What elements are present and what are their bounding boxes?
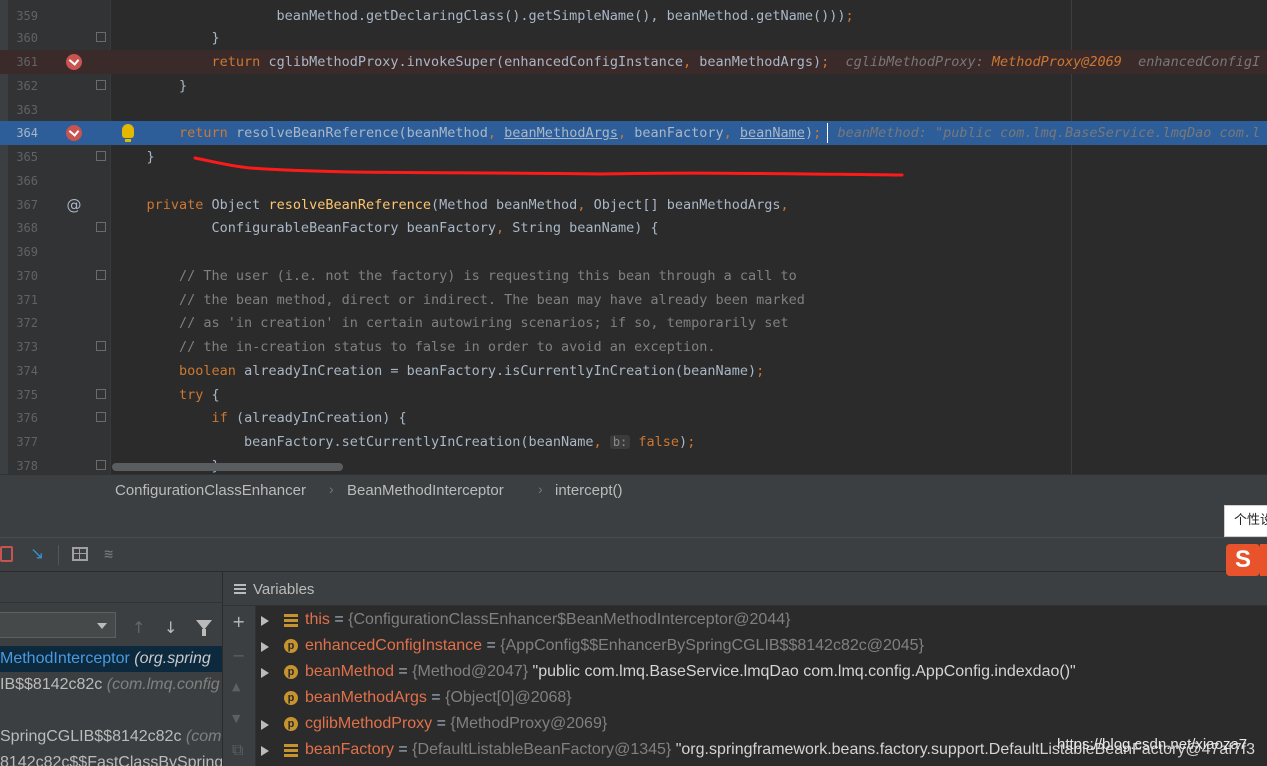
- expand-arrow-icon[interactable]: [261, 668, 269, 678]
- frames-panel: ↑ ↓ MethodInterceptor (org.spring IB$$814…: [0, 572, 223, 766]
- equals-sign: =: [329, 611, 349, 628]
- frame-down-icon[interactable]: ↓: [164, 618, 177, 637]
- equals-sign: =: [426, 689, 446, 706]
- variable-name: this: [305, 611, 330, 628]
- stack-frame[interactable]: SpringCGLIB$$8142c82c (com.: [0, 724, 222, 750]
- stack-frame[interactable]: MethodInterceptor (org.spring: [0, 646, 222, 672]
- variable-text: enhancedConfigInstance = {AppConfig$$Enh…: [305, 633, 924, 659]
- frames-header: [0, 572, 222, 603]
- frame-method: SpringCGLIB$$8142c82c: [0, 728, 186, 745]
- breadcrumb-separator: ›: [538, 481, 543, 497]
- breadcrumb-item-method[interactable]: intercept(): [555, 482, 623, 499]
- variable-row-beanMethodArgs[interactable]: p beanMethodArgs = {Object[0]@2068}: [255, 685, 1267, 711]
- variable-text: beanMethodArgs = {Object[0]@2068}: [305, 685, 572, 711]
- variable-row-this[interactable]: this = {ConfigurationClassEnhancer$BeanM…: [255, 607, 1267, 633]
- red-annotation-underline: [193, 156, 904, 177]
- watermark: https://blog.csdn.net/xiaoza7: [1057, 736, 1248, 753]
- toolbar-separator: [58, 545, 59, 565]
- breadcrumb: ConfigurationClassEnhancer › BeanMethodI…: [0, 474, 1267, 507]
- frame-up-icon[interactable]: ↑: [132, 618, 145, 637]
- variable-string-value: "public com.lmq.BaseService.lmqDao com.l…: [532, 663, 1076, 680]
- variables-icon: [234, 584, 246, 594]
- rerun-icon[interactable]: [0, 546, 13, 562]
- variable-reference: {Method@2047}: [412, 663, 533, 680]
- sogou-ime-logo-icon[interactable]: S: [1226, 544, 1260, 576]
- variable-reference: {DefaultListableBeanFactory@1345}: [412, 741, 676, 758]
- breadcrumb-item-class[interactable]: ConfigurationClassEnhancer: [115, 482, 306, 499]
- variable-reference: {ConfigurationClassEnhancer$BeanMethodIn…: [348, 611, 791, 628]
- frame-package: (com.: [185, 728, 223, 745]
- variable-row-enhancedConfigInstance[interactable]: p enhancedConfigInstance = {AppConfig$$En…: [255, 633, 1267, 659]
- variable-reference: {AppConfig$$EnhancerBySpringCGLIB$$8142c…: [500, 637, 924, 654]
- stack-frame[interactable]: 8142c82c$$FastClassBySpring: [0, 750, 222, 766]
- expand-arrow-icon[interactable]: [261, 642, 269, 652]
- equals-sign: =: [432, 715, 451, 732]
- stack-frame[interactable]: [0, 698, 222, 724]
- variables-side-toolbar: + − ▲ ▼ ⧉: [223, 606, 256, 766]
- breadcrumb-item-interceptor[interactable]: BeanMethodInterceptor: [347, 482, 504, 499]
- parameter-icon: p: [284, 691, 298, 705]
- variables-title: Variables: [253, 581, 315, 598]
- panel-divider[interactable]: [0, 506, 1267, 537]
- variable-name: beanMethod: [305, 663, 394, 680]
- equals-sign: =: [482, 637, 501, 654]
- variable-reference: {Object[0]@2068}: [445, 689, 572, 706]
- variable-row-beanMethod[interactable]: p beanMethod = {Method@2047} "public com.…: [255, 659, 1267, 685]
- filter-icon[interactable]: [196, 620, 212, 636]
- variable-text: beanMethod = {Method@2047} "public com.l…: [305, 659, 1076, 685]
- frame-package: (org.spring: [134, 650, 211, 667]
- variable-name: beanFactory: [305, 741, 394, 758]
- equals-sign: =: [393, 663, 413, 680]
- debug-toolbar: ↘ ≋: [0, 537, 1267, 572]
- thread-selector[interactable]: [0, 612, 116, 638]
- variable-name: beanMethodArgs: [305, 689, 427, 706]
- variable-text: cglibMethodProxy = {MethodProxy@2069}: [305, 711, 607, 737]
- variables-header: Variables: [223, 572, 1267, 606]
- remove-watch-icon[interactable]: −: [232, 646, 245, 665]
- frame-method: IB$$8142c82c: [0, 676, 107, 693]
- evaluate-table-icon[interactable]: [72, 547, 88, 561]
- parameter-icon: p: [284, 665, 298, 679]
- frame-package: (com.lmq.config: [106, 676, 220, 693]
- equals-sign: =: [393, 741, 413, 758]
- frame-method: 8142c82c$$FastClassBySpring: [0, 754, 223, 766]
- breadcrumb-separator: ›: [329, 481, 334, 497]
- parameter-icon: p: [284, 717, 298, 731]
- expand-arrow-icon[interactable]: [261, 616, 269, 626]
- variable-name: cglibMethodProxy: [305, 715, 433, 732]
- add-watch-icon[interactable]: +: [232, 612, 245, 631]
- step-into-icon[interactable]: ↘: [30, 546, 48, 563]
- frame-method: MethodInterceptor: [0, 650, 135, 667]
- field-icon: [284, 743, 298, 757]
- parameter-icon: p: [284, 639, 298, 653]
- ime-logo-edge: [1260, 544, 1267, 576]
- variable-text: this = {ConfigurationClassEnhancer$BeanM…: [305, 607, 790, 633]
- move-down-icon[interactable]: ▼: [232, 712, 240, 725]
- variable-row-cglibMethodProxy[interactable]: p cglibMethodProxy = {MethodProxy@2069}: [255, 711, 1267, 737]
- stack-frame[interactable]: IB$$8142c82c (com.lmq.config: [0, 672, 222, 698]
- trace-columns-icon[interactable]: ≋: [104, 546, 122, 562]
- expand-arrow-icon[interactable]: [261, 746, 269, 756]
- code-editor[interactable]: 359 beanMethod.getDeclaringClass().getSi…: [0, 0, 1267, 474]
- variable-reference: {MethodProxy@2069}: [450, 715, 608, 732]
- move-up-icon[interactable]: ▲: [232, 680, 240, 693]
- field-icon: [284, 613, 298, 627]
- variable-name: enhancedConfigInstance: [305, 637, 483, 654]
- ime-tooltip: 个性设: [1224, 505, 1267, 537]
- expand-arrow-icon[interactable]: [261, 720, 269, 730]
- copy-icon[interactable]: ⧉: [232, 740, 243, 760]
- chevron-down-icon: [97, 623, 107, 629]
